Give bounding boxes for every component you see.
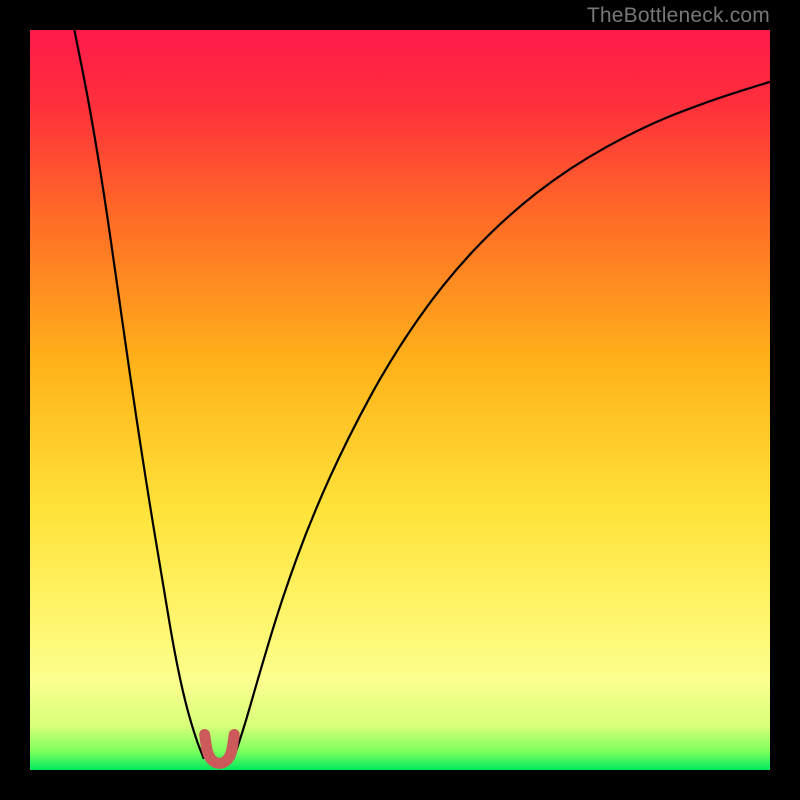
watermark-text: TheBottleneck.com (587, 4, 770, 28)
gradient-background (30, 30, 770, 770)
chart-svg (30, 30, 770, 770)
outer-frame: TheBottleneck.com (0, 0, 800, 800)
plot-area (30, 30, 770, 770)
